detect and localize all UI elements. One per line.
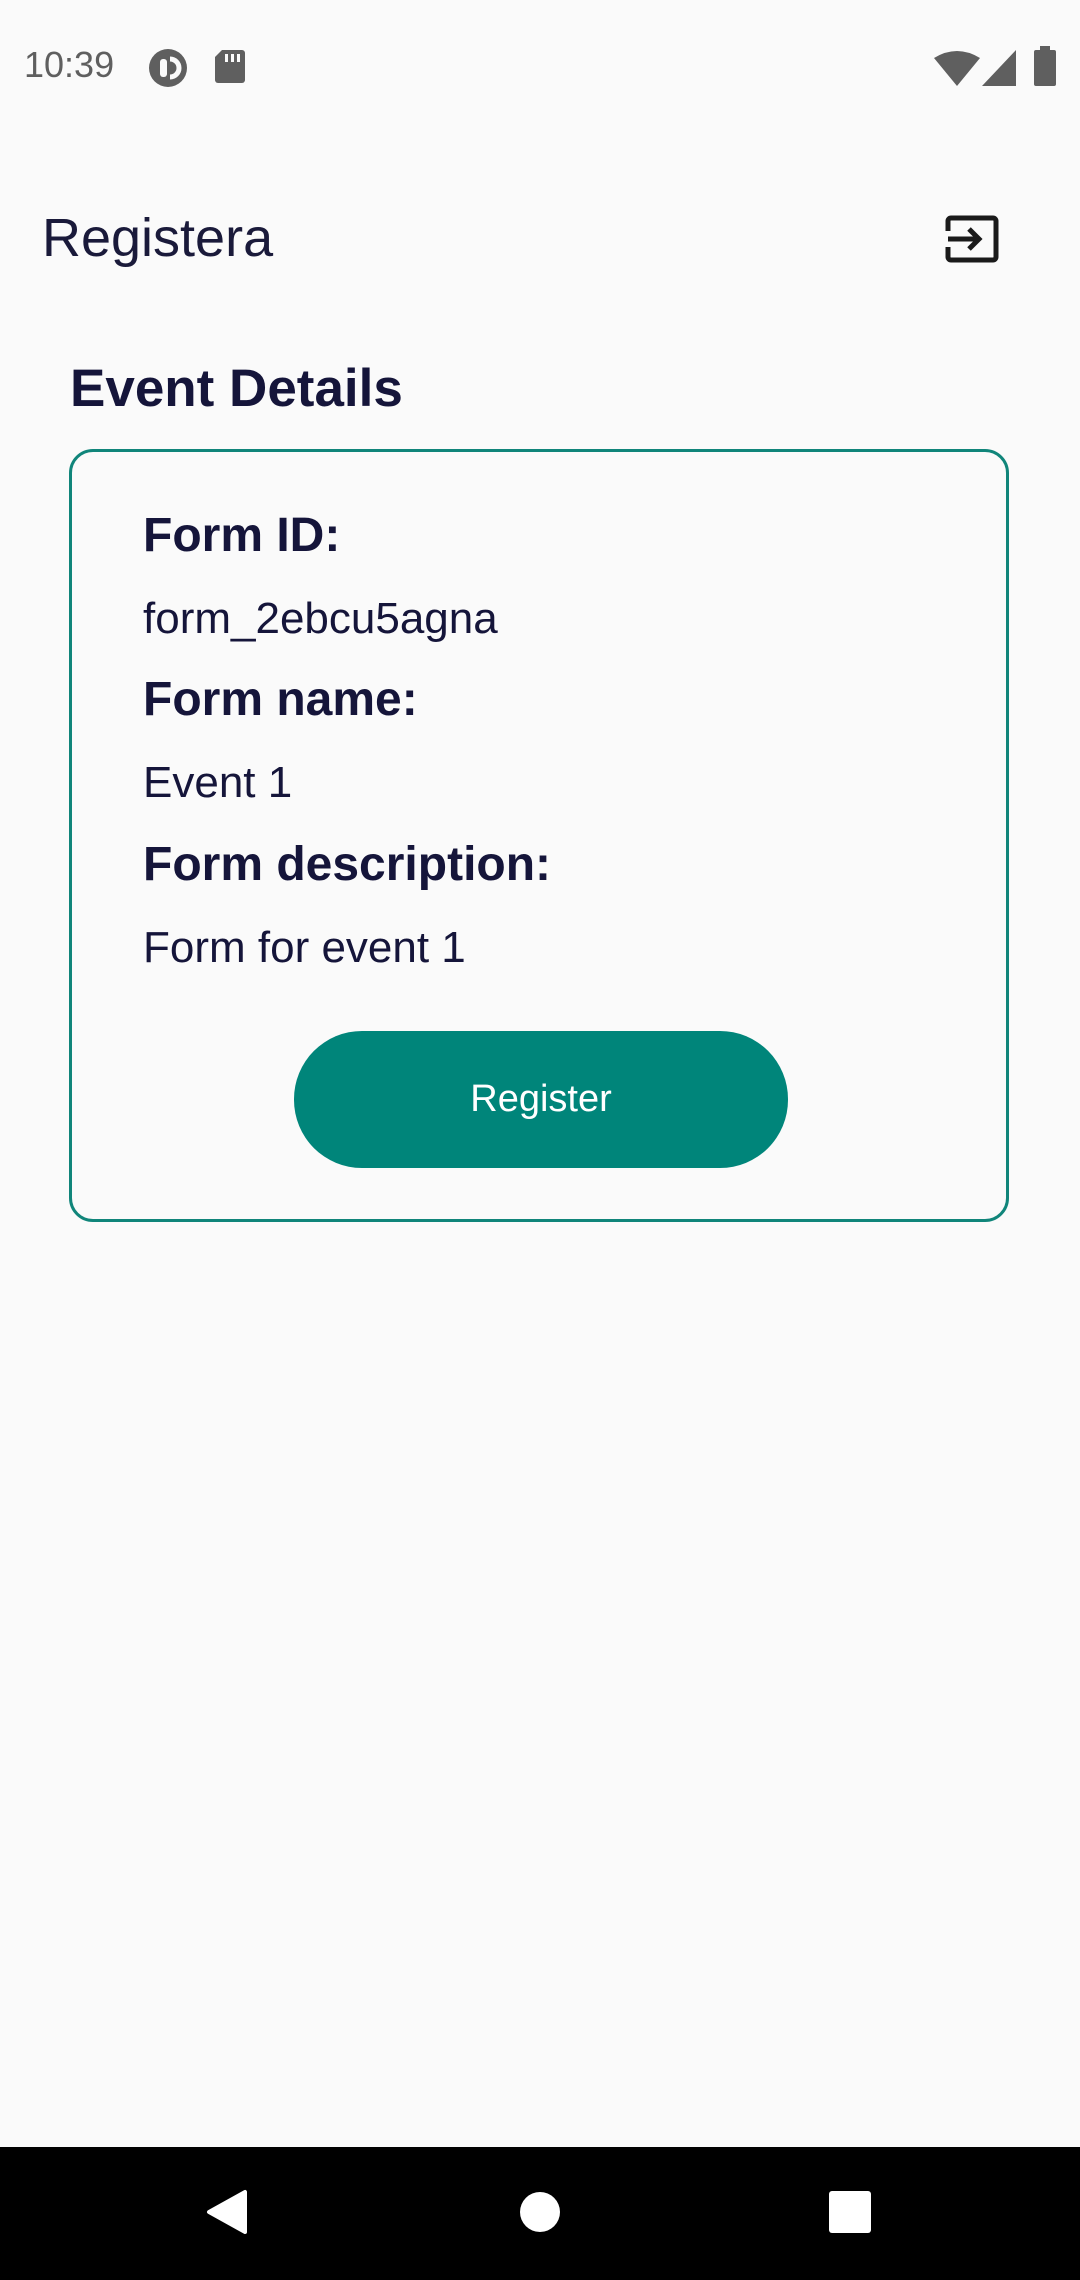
wifi-icon xyxy=(934,50,980,91)
sd-card-icon xyxy=(214,48,246,89)
event-details-card: Form ID: form_2ebcu5agna Form name: Even… xyxy=(69,449,1009,1222)
form-description-label: Form description: xyxy=(143,838,552,891)
battery-icon xyxy=(1034,46,1056,91)
form-name-value: Event 1 xyxy=(143,758,293,807)
navigation-bar xyxy=(0,2147,1080,2280)
signal-icon xyxy=(982,50,1018,91)
recents-icon xyxy=(829,2190,871,2238)
form-id-label: Form ID: xyxy=(143,509,341,562)
app-title: Registera xyxy=(42,208,274,268)
home-icon xyxy=(519,2191,561,2238)
logout-icon xyxy=(945,214,999,269)
register-button[interactable]: Register xyxy=(294,1031,788,1168)
logout-button[interactable] xyxy=(930,199,1014,283)
app-bar: Registera xyxy=(0,175,1080,305)
pocket-casts-icon xyxy=(148,48,188,93)
form-id-value: form_2ebcu5agna xyxy=(143,594,498,643)
back-icon xyxy=(205,2188,249,2241)
status-time: 10:39 xyxy=(24,44,115,85)
section-title: Event Details xyxy=(70,359,403,418)
form-name-label: Form name: xyxy=(143,673,418,726)
recents-button[interactable] xyxy=(819,2183,881,2245)
form-description-value: Form for event 1 xyxy=(143,923,466,972)
status-bar: 10:39 xyxy=(0,0,1080,132)
back-button[interactable] xyxy=(196,2183,258,2245)
home-button[interactable] xyxy=(509,2183,571,2245)
